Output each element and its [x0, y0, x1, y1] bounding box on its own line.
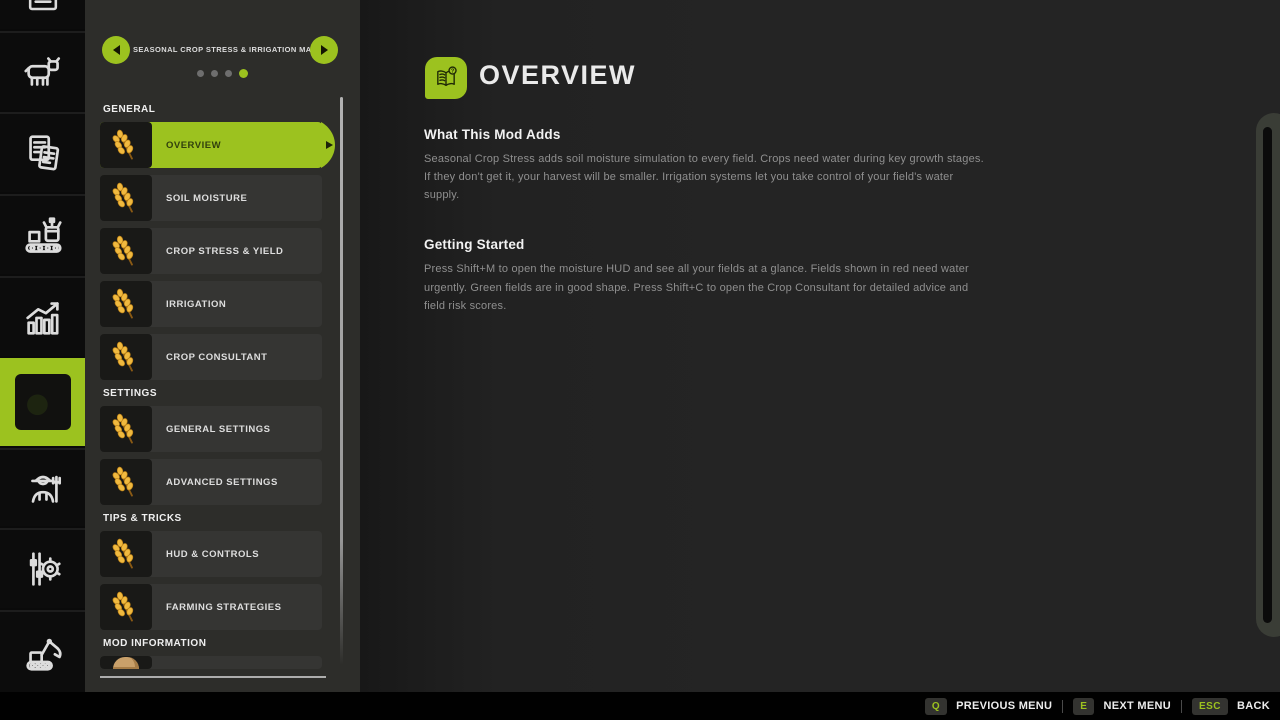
- page-title: OVERVIEW: [479, 60, 636, 91]
- section-header-tips-tricks: TIPS & TRICKS: [103, 513, 340, 524]
- sidebar-item-general-settings[interactable]: GENERAL SETTINGS: [100, 406, 322, 452]
- hint-separator: [1181, 700, 1182, 713]
- sidebar-item-mod-info-partial[interactable]: [100, 656, 322, 669]
- rail-item-statistics[interactable]: [0, 276, 85, 356]
- wheat-icon: [100, 228, 152, 274]
- sidebar-panel: SEASONAL CROP STRESS & IRRIGATION MA... …: [85, 0, 360, 692]
- main-content-area: ? OVERVIEW What This Mod Adds Seasonal C…: [360, 0, 1280, 692]
- production-line-icon: [20, 212, 66, 258]
- rail-item-construction[interactable]: [0, 610, 85, 692]
- section-heading: Getting Started: [424, 237, 984, 252]
- page-dot[interactable]: [197, 70, 204, 77]
- section-heading: What This Mod Adds: [424, 127, 984, 142]
- hint-back[interactable]: ESC BACK: [1192, 698, 1270, 715]
- help-badge: ?: [425, 57, 467, 99]
- section-header-mod-information: MOD INFORMATION: [103, 638, 340, 649]
- sidebar-nav-list: GENERAL OVERVIEW SOIL MOISTURE CROP STRE…: [100, 96, 340, 669]
- rail-item-contracts[interactable]: [0, 112, 85, 192]
- chevron-left-icon: [113, 45, 120, 55]
- rail-item-farmer[interactable]: [0, 448, 85, 526]
- mod-thumbnail: [15, 374, 71, 430]
- section-header-settings: SETTINGS: [103, 388, 340, 399]
- sidebar-item-crop-consultant[interactable]: CROP CONSULTANT: [100, 334, 322, 380]
- hint-separator: [1062, 700, 1063, 713]
- prev-category-button[interactable]: [102, 36, 130, 64]
- hint-next-menu[interactable]: E NEXT MENU: [1073, 698, 1171, 715]
- cow-icon: [20, 49, 66, 95]
- sidebar-item-irrigation[interactable]: IRRIGATION: [100, 281, 322, 327]
- left-icon-rail: [0, 0, 85, 692]
- settings-sliders-gear-icon: [20, 546, 66, 592]
- sidebar-item-farming-strategies[interactable]: FARMING STRATEGIES: [100, 584, 322, 630]
- svg-text:?: ?: [451, 69, 455, 75]
- next-category-button[interactable]: [310, 36, 338, 64]
- page-dot[interactable]: [225, 70, 232, 77]
- page-dot-active[interactable]: [239, 69, 248, 78]
- screen-icon: [21, 0, 65, 20]
- sidebar-item-crop-stress-yield[interactable]: CROP STRESS & YIELD: [100, 228, 322, 274]
- rail-item-mod-help[interactable]: [0, 358, 85, 446]
- content-scrollbar[interactable]: [1256, 113, 1280, 637]
- sidebar-item-overview[interactable]: OVERVIEW: [100, 122, 322, 168]
- rail-item-production[interactable]: [0, 194, 85, 274]
- wheat-icon: [100, 122, 152, 168]
- documents-icon: [20, 130, 66, 176]
- wheat-icon: [100, 406, 152, 452]
- sidebar-scrollbar[interactable]: [340, 97, 343, 665]
- sidebar-item-advanced-settings[interactable]: ADVANCED SETTINGS: [100, 459, 322, 505]
- key-badge-esc: ESC: [1192, 698, 1228, 715]
- rail-item-game-settings[interactable]: [0, 528, 85, 608]
- bar-chart-icon: [20, 294, 66, 340]
- hat-icon: [100, 656, 152, 669]
- selected-item-tab: [321, 122, 335, 168]
- key-badge-q: Q: [925, 698, 947, 715]
- panel-bottom-divider: [100, 676, 326, 678]
- excavator-icon: [20, 629, 66, 675]
- wheat-icon: [100, 175, 152, 221]
- wheat-icon: [100, 584, 152, 630]
- content-section: What This Mod Adds Seasonal Crop Stress …: [424, 127, 984, 204]
- category-title: SEASONAL CROP STRESS & IRRIGATION MA...: [133, 45, 313, 54]
- hint-previous-menu[interactable]: Q PREVIOUS MENU: [925, 698, 1052, 715]
- sidebar-item-hud-controls[interactable]: HUD & CONTROLS: [100, 531, 322, 577]
- wheat-icon: [100, 334, 152, 380]
- section-body: Seasonal Crop Stress adds soil moisture …: [424, 150, 984, 204]
- wheat-icon: [100, 531, 152, 577]
- open-book-question-icon: ?: [432, 64, 460, 92]
- section-body: Press Shift+M to open the moisture HUD a…: [424, 260, 984, 314]
- page-dot[interactable]: [211, 70, 218, 77]
- content-section: Getting Started Press Shift+M to open th…: [424, 237, 984, 314]
- section-header-general: GENERAL: [103, 104, 340, 115]
- chevron-right-icon: [321, 45, 328, 55]
- key-badge-e: E: [1073, 698, 1094, 715]
- rail-item-animals[interactable]: [0, 31, 85, 110]
- help-text-content: What This Mod Adds Seasonal Crop Stress …: [424, 127, 984, 315]
- content-scrollbar-slot: [1263, 127, 1272, 623]
- farmer-icon: [20, 465, 66, 511]
- rail-item-screen[interactable]: [0, 0, 85, 29]
- sidebar-item-soil-moisture[interactable]: SOIL MOISTURE: [100, 175, 322, 221]
- wheat-icon: [100, 281, 152, 327]
- wheat-icon: [100, 459, 152, 505]
- footer-hint-bar: Q PREVIOUS MENU E NEXT MENU ESC BACK: [0, 692, 1280, 720]
- page-dots: [85, 69, 360, 78]
